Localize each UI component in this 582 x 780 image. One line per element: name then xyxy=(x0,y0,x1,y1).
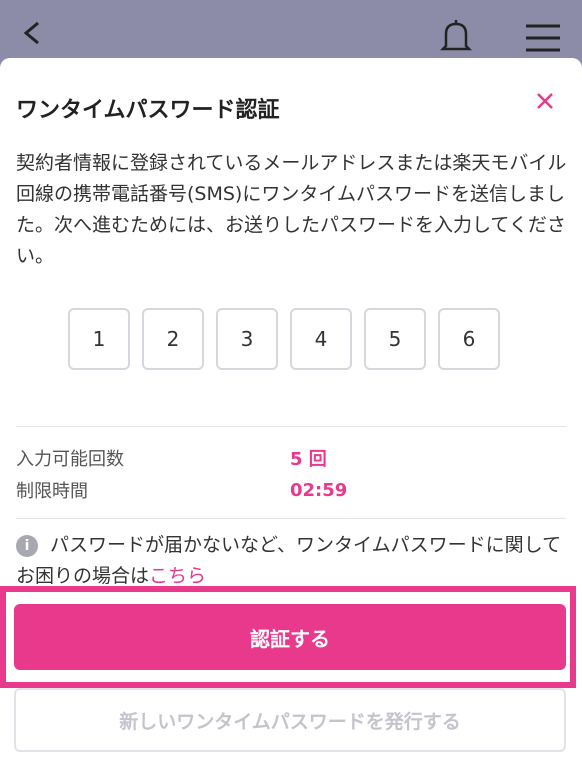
otp-digit-6[interactable]: 6 xyxy=(438,308,500,370)
attempts-row: 入力可能回数 5 回 xyxy=(16,442,347,474)
help-message: パスワードが届かないなど、ワンタイムパスワードに関してお困りの場合は xyxy=(16,534,562,587)
help-text: i パスワードが届かないなど、ワンタイムパスワードに関してお困りの場合はこちら xyxy=(16,530,566,592)
chevron-left-icon[interactable] xyxy=(22,22,44,44)
time-limit-value: 02:59 xyxy=(290,479,348,501)
help-link[interactable]: こちら xyxy=(149,565,206,587)
otp-digit-5[interactable]: 5 xyxy=(364,308,426,370)
otp-input-group: 1 2 3 4 5 6 xyxy=(68,308,500,370)
otp-digit-4[interactable]: 4 xyxy=(290,308,352,370)
otp-modal: ワンタイムパスワード認証 契約者情報に登録されているメールアドレスまたは楽天モバ… xyxy=(0,58,582,780)
otp-digit-1[interactable]: 1 xyxy=(68,308,130,370)
attempts-label: 入力可能回数 xyxy=(16,449,124,470)
time-limit-row: 制限時間 02:59 xyxy=(16,474,347,506)
divider xyxy=(16,518,566,519)
app-header xyxy=(0,0,582,58)
bell-icon[interactable] xyxy=(438,18,474,58)
close-icon[interactable] xyxy=(532,88,558,114)
divider xyxy=(16,426,566,427)
info-icon: i xyxy=(16,535,38,557)
otp-digit-2[interactable]: 2 xyxy=(142,308,204,370)
modal-title: ワンタイムパスワード認証 xyxy=(16,98,280,123)
authenticate-button[interactable]: 認証する xyxy=(14,604,566,670)
attempts-value: 5 回 xyxy=(290,449,327,470)
otp-digit-3[interactable]: 3 xyxy=(216,308,278,370)
hamburger-menu-icon[interactable] xyxy=(524,22,562,54)
reissue-password-button[interactable]: 新しいワンタイムパスワードを発行する xyxy=(14,688,566,752)
modal-description: 契約者情報に登録されているメールアドレスまたは楽天モバイル回線の携帯電話番号(S… xyxy=(16,152,567,267)
otp-info-table: 入力可能回数 5 回 制限時間 02:59 xyxy=(16,442,347,506)
time-limit-label: 制限時間 xyxy=(16,481,88,502)
